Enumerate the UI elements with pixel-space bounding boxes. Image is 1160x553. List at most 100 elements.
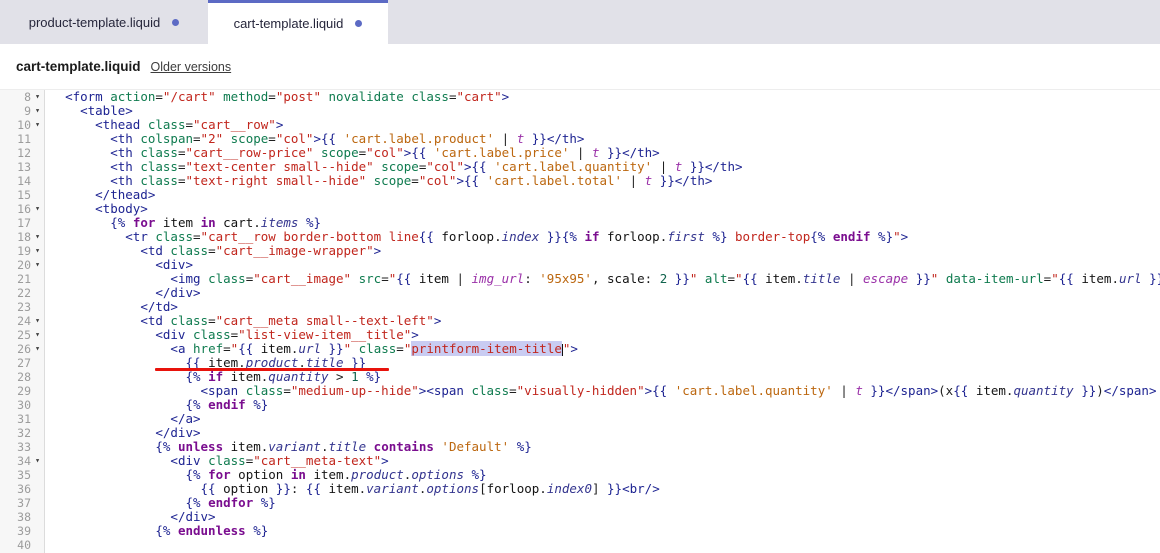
code-token: %}: [253, 397, 268, 412]
fold-arrow-icon[interactable]: ▾: [31, 244, 44, 258]
code-token: =: [411, 173, 419, 188]
code-token: <a: [170, 341, 185, 356]
code-line[interactable]: <tbody>: [50, 202, 1160, 216]
line-number: 22: [0, 286, 31, 300]
code-token: ): [1096, 383, 1104, 398]
code-line[interactable]: <img class="cart__image" src="{{ item | …: [50, 272, 1160, 286]
line-number: 18: [0, 230, 31, 244]
code-token: {%: [185, 495, 200, 510]
code-token: option: [223, 481, 268, 496]
code-token: [268, 481, 276, 496]
line-number: 35: [0, 468, 31, 482]
code-line[interactable]: [50, 538, 1160, 552]
code-token: [50, 90, 65, 104]
code-line[interactable]: {{ option }}: {{ item.variant.options[fo…: [50, 482, 1160, 496]
code-line[interactable]: <table>: [50, 104, 1160, 118]
code-token: [298, 215, 306, 230]
tab-product-template[interactable]: product-template.liquid: [0, 0, 208, 44]
code-line[interactable]: <td class="cart__image-wrapper">: [50, 244, 1160, 258]
code-token: "col": [426, 159, 464, 174]
code-token: [50, 341, 170, 356]
code-token: class: [208, 271, 246, 286]
code-line[interactable]: <div>: [50, 258, 1160, 272]
code-token: [201, 453, 209, 468]
code-line[interactable]: {{ item.product.title }}: [50, 356, 1160, 370]
gutter-row: 15: [0, 188, 44, 202]
code-token: quantity: [268, 369, 328, 384]
code-line[interactable]: <th colspan="2" scope="col">{{ 'cart.lab…: [50, 132, 1160, 146]
code-line[interactable]: {% if item.quantity > 1 %}: [50, 370, 1160, 384]
code-token: [50, 453, 170, 468]
code-line[interactable]: <span class="medium-up--hide"><span clas…: [50, 384, 1160, 398]
code-token: [825, 229, 833, 244]
code-line[interactable]: <tr class="cart__row border-bottom line{…: [50, 230, 1160, 244]
fold-arrow-icon[interactable]: ▾: [31, 342, 44, 356]
code-token: {%: [185, 369, 200, 384]
line-number: 23: [0, 300, 31, 314]
code-token: {{: [953, 383, 968, 398]
code-line[interactable]: <div class="cart__meta-text">: [50, 454, 1160, 468]
code-line[interactable]: {% for item in cart.items %}: [50, 216, 1160, 230]
fold-arrow-icon[interactable]: ▾: [31, 454, 44, 468]
code-token: {%: [562, 229, 577, 244]
code-token: {{: [743, 271, 758, 286]
code-token: [321, 481, 329, 496]
fold-arrow-icon[interactable]: ▾: [31, 230, 44, 244]
code-line[interactable]: <th class="text-right small--hide" scope…: [50, 174, 1160, 188]
code-token: [223, 131, 231, 146]
code-token: }}: [547, 229, 562, 244]
fold-arrow-icon[interactable]: ▾: [31, 314, 44, 328]
code-line[interactable]: </thead>: [50, 188, 1160, 202]
code-token: {%: [155, 439, 170, 454]
code-token: =: [396, 341, 404, 356]
code-token: .: [344, 467, 352, 482]
code-token: endif: [833, 229, 871, 244]
code-token: %}: [306, 215, 321, 230]
code-line[interactable]: <th class="cart__row-price" scope="col">…: [50, 146, 1160, 160]
gutter-row: 14: [0, 174, 44, 188]
fold-arrow-icon[interactable]: ▾: [31, 202, 44, 216]
fold-arrow-icon[interactable]: ▾: [31, 258, 44, 272]
code-token: escape: [863, 271, 908, 286]
code-area[interactable]: <form action="/cart" method="post" noval…: [45, 90, 1160, 553]
code-line[interactable]: <th class="text-center small--hide" scop…: [50, 160, 1160, 174]
code-line[interactable]: </div>: [50, 426, 1160, 440]
older-versions-link[interactable]: Older versions: [151, 60, 232, 74]
code-token: class: [140, 145, 178, 160]
fold-arrow-icon[interactable]: ▾: [31, 118, 44, 132]
code-token: [50, 523, 155, 538]
code-line[interactable]: <thead class="cart__row">: [50, 118, 1160, 132]
code-token: [253, 341, 261, 356]
gutter-row: 33: [0, 440, 44, 454]
code-line[interactable]: </td>: [50, 300, 1160, 314]
fold-arrow-icon[interactable]: ▾: [31, 90, 44, 104]
code-token: "text-right small--hide": [186, 173, 367, 188]
code-token: product: [351, 467, 404, 482]
fold-arrow-icon[interactable]: ▾: [31, 328, 44, 342]
code-line[interactable]: {% unless item.variant.title contains 'D…: [50, 440, 1160, 454]
code-line[interactable]: {% endfor %}: [50, 496, 1160, 510]
code-token: [464, 467, 472, 482]
code-line[interactable]: <a href="{{ item.url }}" class="printfor…: [50, 342, 1160, 356]
fold-arrow-icon[interactable]: ▾: [31, 104, 44, 118]
code-token: </thead>: [95, 187, 155, 202]
code-line[interactable]: {% endif %}: [50, 398, 1160, 412]
code-line[interactable]: <td class="cart__meta small--text-left">: [50, 314, 1160, 328]
code-line[interactable]: {% for option in item.product.options %}: [50, 468, 1160, 482]
code-line[interactable]: </a>: [50, 412, 1160, 426]
code-token: [1142, 271, 1150, 286]
code-token: <tr: [125, 229, 148, 244]
gutter-spacer: [31, 216, 44, 230]
code-token: >: [570, 341, 578, 356]
code-line[interactable]: {% endunless %}: [50, 524, 1160, 538]
code-token: src: [359, 271, 382, 286]
code-token: in: [291, 467, 306, 482]
code-line[interactable]: </div>: [50, 286, 1160, 300]
tab-cart-template[interactable]: cart-template.liquid: [208, 0, 388, 44]
code-token: |: [833, 383, 856, 398]
code-editor[interactable]: 8▾9▾10▾111213141516▾1718▾19▾20▾21222324▾…: [0, 90, 1160, 553]
code-line[interactable]: <form action="/cart" method="post" noval…: [50, 90, 1160, 104]
code-token: </th>: [622, 145, 660, 160]
code-line[interactable]: </div>: [50, 510, 1160, 524]
code-line[interactable]: <div class="list-view-item__title">: [50, 328, 1160, 342]
